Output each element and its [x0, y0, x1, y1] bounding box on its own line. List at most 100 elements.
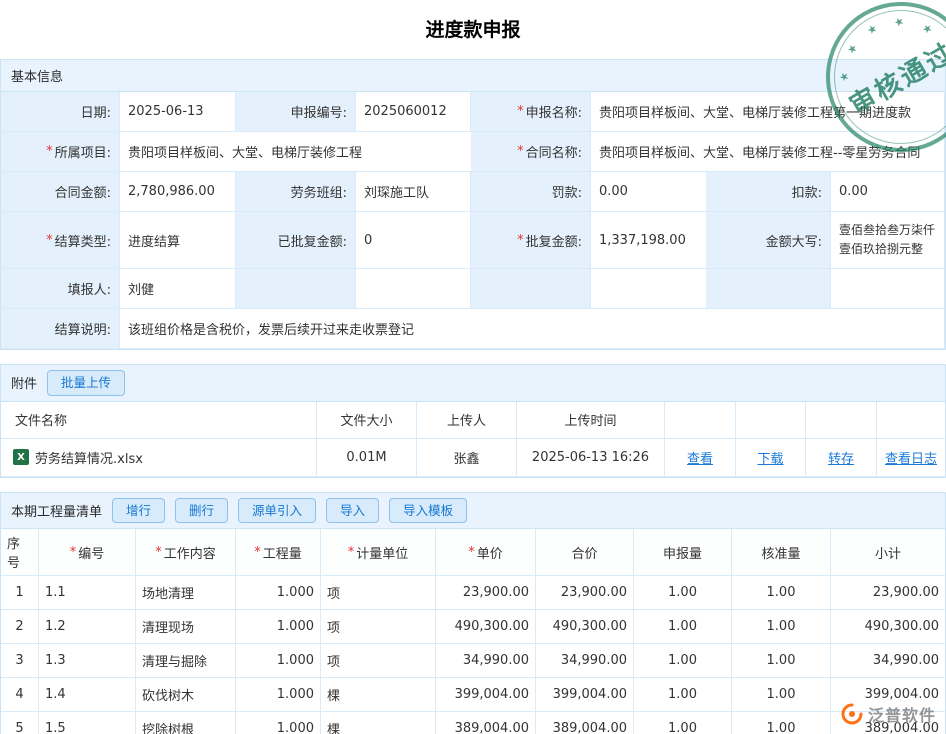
- boq-cell-quantity: 1.000: [236, 610, 321, 644]
- contract-name-value: 贵阳项目样板间、大堂、电梯厅装修工程--零星劳务合同: [591, 132, 945, 172]
- boq-cell-no: 3: [1, 644, 39, 678]
- required-mark: *: [46, 233, 53, 248]
- view-log-cell: 查看日志: [877, 439, 945, 477]
- boq-cell-content: 挖除树根: [136, 712, 236, 734]
- boq-cell-approved: 1.00: [732, 576, 831, 610]
- boq-cell-unit: 项: [321, 644, 436, 678]
- boq-cell-declared: 1.00: [634, 712, 732, 734]
- empty-value-cell: [356, 269, 471, 309]
- contract-name-label: *合同名称:: [471, 132, 591, 172]
- boq-cell-content: 清理现场: [136, 610, 236, 644]
- boq-cell-approved: 1.00: [732, 644, 831, 678]
- required-mark: *: [46, 144, 53, 159]
- penalty-label: 罚款:: [471, 172, 591, 212]
- required-mark: *: [155, 545, 162, 560]
- col-approved-header: 核准量: [732, 529, 831, 576]
- attachments-table: 文件名称 文件大小 上传人 上传时间 劳务结算情况.xlsx 0.01M 张鑫 …: [1, 402, 945, 477]
- file-size-cell: 0.01M: [317, 439, 417, 477]
- boq-cell-price: 23,900.00: [436, 576, 536, 610]
- boq-header: 本期工程量清单 增行 删行 源单引入 导入 导入模板: [1, 493, 945, 530]
- download-cell: 下载: [736, 439, 806, 477]
- boq-cell-code: 1.2: [39, 610, 136, 644]
- view-cell: 查看: [665, 439, 736, 477]
- view-log-link[interactable]: 查看日志: [885, 448, 937, 467]
- import-button[interactable]: 导入: [326, 498, 379, 524]
- boq-cell-declared: 1.00: [634, 644, 732, 678]
- uploader-header: 上传人: [417, 402, 517, 439]
- attachment-action-header: [806, 402, 877, 439]
- batch-upload-button[interactable]: 批量上传: [47, 370, 125, 396]
- boq-cell-quantity: 1.000: [236, 712, 321, 734]
- required-mark: *: [517, 144, 524, 159]
- settle-note-label: 结算说明:: [1, 309, 120, 349]
- boq-cell-code: 1.3: [39, 644, 136, 678]
- boq-cell-subtotal: 490,300.00: [831, 610, 945, 644]
- filler-label: 填报人:: [1, 269, 120, 309]
- delete-row-button[interactable]: 删行: [175, 498, 228, 524]
- deduction-value: 0.00: [831, 172, 945, 212]
- col-price-header: *单价: [436, 529, 536, 576]
- add-row-button[interactable]: 增行: [112, 498, 165, 524]
- empty-label-cell: [706, 269, 831, 309]
- uploader-cell: 张鑫: [417, 439, 517, 477]
- col-quantity-header: *工程量: [236, 529, 321, 576]
- declare-name-label: *申报名称:: [471, 92, 591, 132]
- boq-cell-total: 389,004.00: [536, 712, 634, 734]
- col-total-header: 合价: [536, 529, 634, 576]
- required-mark: *: [70, 545, 77, 560]
- declare-no-value: 2025060012: [356, 92, 471, 132]
- boq-cell-declared: 1.00: [634, 610, 732, 644]
- date-value: 2025-06-13: [120, 92, 236, 132]
- boq-cell-content: 砍伐树木: [136, 678, 236, 712]
- attachments-title: 附件: [11, 373, 37, 392]
- attachment-action-header: [736, 402, 806, 439]
- date-label: 日期:: [1, 92, 120, 132]
- col-unit-header: *计量单位: [321, 529, 436, 576]
- empty-value-cell: [591, 269, 706, 309]
- col-content-header: *工作内容: [136, 529, 236, 576]
- col-no-header: 序号: [1, 529, 39, 576]
- boq-cell-quantity: 1.000: [236, 576, 321, 610]
- boq-cell-content: 场地清理: [136, 576, 236, 610]
- boq-cell-price: 490,300.00: [436, 610, 536, 644]
- download-link[interactable]: 下载: [757, 448, 783, 467]
- boq-cell-subtotal: 23,900.00: [831, 576, 945, 610]
- boq-cell-quantity: 1.000: [236, 644, 321, 678]
- boq-cell-price: 34,990.00: [436, 644, 536, 678]
- amount-words-value: 壹佰叁拾叁万柒仟壹佰玖拾捌元整: [831, 212, 945, 269]
- file-name-header: 文件名称: [1, 402, 317, 439]
- brand-swoosh-icon: [841, 703, 863, 725]
- file-name: 劳务结算情况.xlsx: [35, 448, 143, 467]
- basic-info-grid: 日期: 2025-06-13 申报编号: 2025060012 *申报名称: 贵…: [1, 92, 945, 349]
- boq-cell-approved: 1.00: [732, 678, 831, 712]
- boq-cell-unit: 棵: [321, 712, 436, 734]
- brand-name: 泛普软件: [868, 702, 936, 726]
- boq-cell-code: 1.1: [39, 576, 136, 610]
- reply-amount-label: *批复金额:: [471, 212, 591, 269]
- save-as-link[interactable]: 转存: [828, 448, 854, 467]
- boq-cell-no: 2: [1, 610, 39, 644]
- import-template-button[interactable]: 导入模板: [389, 498, 467, 524]
- attachments-section: 附件 批量上传 文件名称 文件大小 上传人 上传时间 劳务结算情况.xlsx 0…: [0, 364, 946, 478]
- penalty-value: 0.00: [591, 172, 706, 212]
- boq-cell-content: 清理与掘除: [136, 644, 236, 678]
- col-code-header: *编号: [39, 529, 136, 576]
- required-mark: *: [517, 104, 524, 119]
- basic-info-title: 基本信息: [11, 66, 63, 85]
- attachment-action-header: [877, 402, 945, 439]
- boq-cell-price: 389,004.00: [436, 712, 536, 734]
- declare-name-value: 贵阳项目样板间、大堂、电梯厅装修工程第一期进度款: [591, 92, 945, 132]
- boq-cell-declared: 1.00: [634, 678, 732, 712]
- boq-cell-quantity: 1.000: [236, 678, 321, 712]
- boq-cell-approved: 1.00: [732, 610, 831, 644]
- deduction-label: 扣款:: [706, 172, 831, 212]
- basic-info-header: 基本信息: [1, 60, 945, 92]
- brand-watermark: 泛普软件: [841, 702, 936, 726]
- source-import-button[interactable]: 源单引入: [238, 498, 316, 524]
- reply-amount-value: 1,337,198.00: [591, 212, 706, 269]
- boq-cell-unit: 项: [321, 610, 436, 644]
- save-as-cell: 转存: [806, 439, 877, 477]
- contract-amount-label: 合同金额:: [1, 172, 120, 212]
- declare-no-label: 申报编号:: [236, 92, 356, 132]
- view-link[interactable]: 查看: [687, 448, 713, 467]
